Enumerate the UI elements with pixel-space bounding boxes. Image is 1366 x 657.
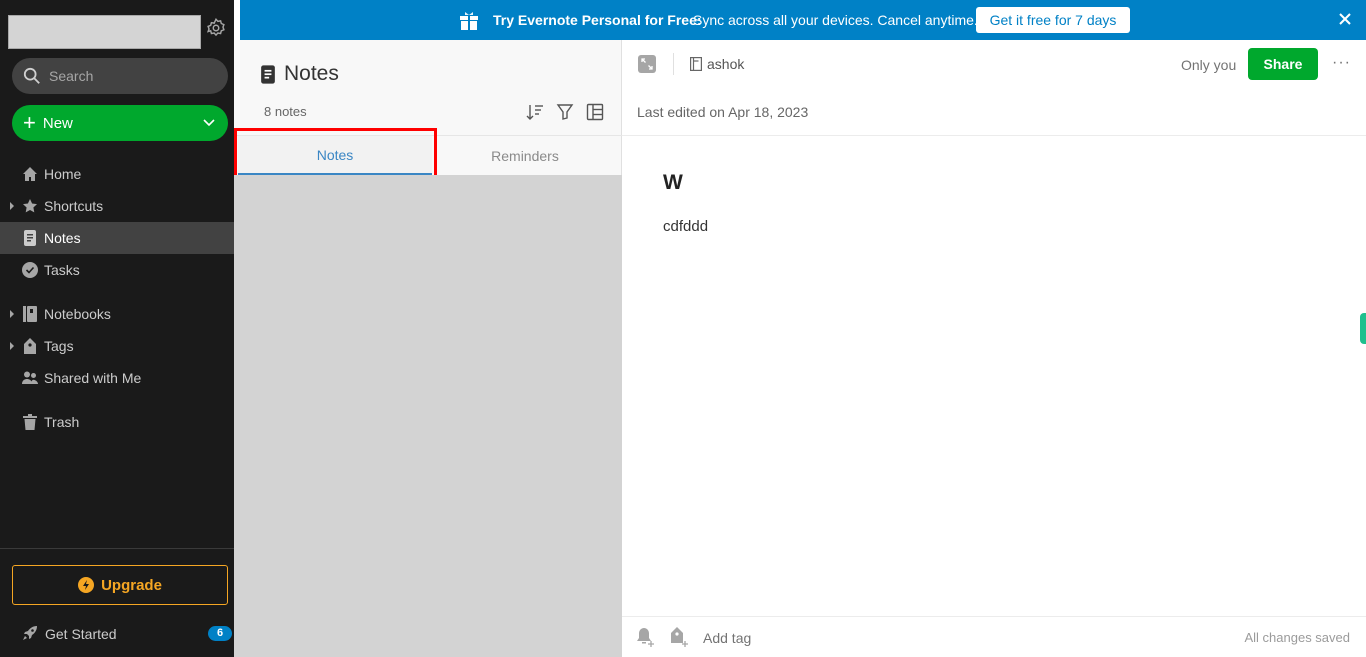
page-title: Notes	[284, 62, 339, 85]
gear-icon[interactable]	[205, 17, 227, 39]
upgrade-label: Upgrade	[101, 576, 162, 594]
sidebar-item-label: Home	[44, 166, 82, 182]
home-icon	[22, 166, 38, 182]
side-panel-handle[interactable]	[1360, 313, 1366, 344]
notebook-icon	[22, 306, 38, 322]
note-icon	[261, 64, 275, 84]
star-icon	[22, 198, 38, 214]
visibility-status: Only you	[1181, 57, 1237, 73]
notes-list-header: Notes	[260, 62, 339, 86]
sidebar-item-label: Shortcuts	[44, 198, 104, 214]
search-placeholder: Search	[49, 68, 94, 84]
sidebar: Search + New Home Shortcuts Notes Tasks	[0, 0, 234, 657]
chevron-down-icon[interactable]	[202, 115, 216, 129]
check-circle-icon	[22, 262, 38, 278]
sidebar-item-notebooks[interactable]: Notebooks	[0, 298, 234, 330]
new-label: New	[42, 114, 73, 132]
expand-icon[interactable]	[638, 55, 656, 73]
add-tag-input[interactable]: Add tag	[703, 630, 751, 646]
expand-caret-icon[interactable]	[10, 202, 14, 210]
notebook-name: ashok	[707, 56, 745, 72]
editor-divider	[622, 135, 1366, 136]
more-options-icon[interactable]: ···	[1332, 54, 1351, 72]
share-button[interactable]: Share	[1248, 48, 1318, 80]
notes-tabs: Notes Reminders	[234, 135, 622, 175]
sidebar-item-label: Notebooks	[44, 306, 111, 322]
notebook-link[interactable]: ashok	[690, 56, 744, 72]
rocket-icon	[22, 625, 38, 644]
sidebar-item-tasks[interactable]: Tasks	[0, 254, 234, 286]
new-button[interactable]: + New	[12, 105, 228, 141]
plus-icon: +	[23, 110, 36, 135]
sidebar-item-notes[interactable]: Notes	[0, 222, 234, 254]
notification-badge: 6	[208, 626, 232, 641]
toolbar-divider	[673, 53, 674, 75]
sidebar-item-label: Notes	[44, 230, 81, 246]
notes-list-panel: Notes 8 notes Notes Reminders	[234, 40, 622, 657]
view-options-icon[interactable]	[585, 102, 605, 122]
sidebar-divider	[0, 548, 234, 549]
account-name-redacted[interactable]	[8, 15, 201, 49]
add-tag-icon[interactable]	[670, 627, 690, 652]
people-icon	[22, 370, 38, 386]
save-status: All changes saved	[1244, 630, 1350, 645]
tab-reminders[interactable]: Reminders	[430, 136, 620, 175]
evernote-app: Search + New Home Shortcuts Notes Tasks	[0, 0, 1366, 657]
add-reminder-icon[interactable]	[636, 627, 656, 652]
sidebar-item-label: Shared with Me	[44, 370, 142, 386]
tag-icon	[22, 338, 38, 354]
banner-headline: Try Evernote Personal for Free:	[493, 12, 702, 28]
last-edited-text: Last edited on Apr 18, 2023	[637, 104, 809, 120]
get-started-label: Get Started	[45, 626, 117, 642]
sidebar-item-trash[interactable]: Trash	[0, 406, 234, 438]
list-toolbar	[525, 102, 605, 122]
promo-banner: Try Evernote Personal for Free: Sync acr…	[240, 0, 1366, 40]
editor-footer: Add tag All changes saved	[622, 616, 1366, 657]
notes-list-content[interactable]	[234, 175, 622, 657]
sidebar-item-label: Trash	[44, 414, 80, 430]
get-started-link[interactable]: Get Started 6	[0, 620, 234, 648]
trash-icon	[22, 414, 38, 430]
get-it-free-button[interactable]: Get it free for 7 days	[976, 7, 1130, 33]
upgrade-button[interactable]: Upgrade	[12, 565, 228, 605]
note-title[interactable]: W	[663, 171, 683, 195]
close-icon[interactable]	[1337, 11, 1353, 30]
tab-notes[interactable]: Notes	[238, 136, 432, 175]
sidebar-item-shortcuts[interactable]: Shortcuts	[0, 190, 234, 222]
sort-icon[interactable]	[525, 102, 545, 122]
expand-caret-icon[interactable]	[10, 310, 14, 318]
gift-icon	[459, 10, 479, 33]
note-count: 8 notes	[264, 104, 307, 119]
sidebar-item-tags[interactable]: Tags	[0, 330, 234, 362]
sidebar-item-label: Tags	[44, 338, 74, 354]
note-icon	[22, 230, 38, 246]
note-editor: ashok Only you Share ··· Last edited on …	[622, 40, 1366, 657]
search-input[interactable]: Search	[12, 58, 228, 94]
filter-icon[interactable]	[555, 102, 575, 122]
sidebar-item-home[interactable]: Home	[0, 158, 234, 190]
sidebar-item-label: Tasks	[44, 262, 80, 278]
sidebar-item-shared-with-me[interactable]: Shared with Me	[0, 362, 234, 394]
banner-text: Sync across all your devices. Cancel any…	[693, 12, 978, 28]
notebook-icon	[690, 57, 702, 71]
search-icon	[23, 67, 40, 84]
expand-caret-icon[interactable]	[10, 342, 14, 350]
lightning-icon	[78, 577, 95, 593]
note-body[interactable]: cdfddd	[663, 218, 708, 235]
